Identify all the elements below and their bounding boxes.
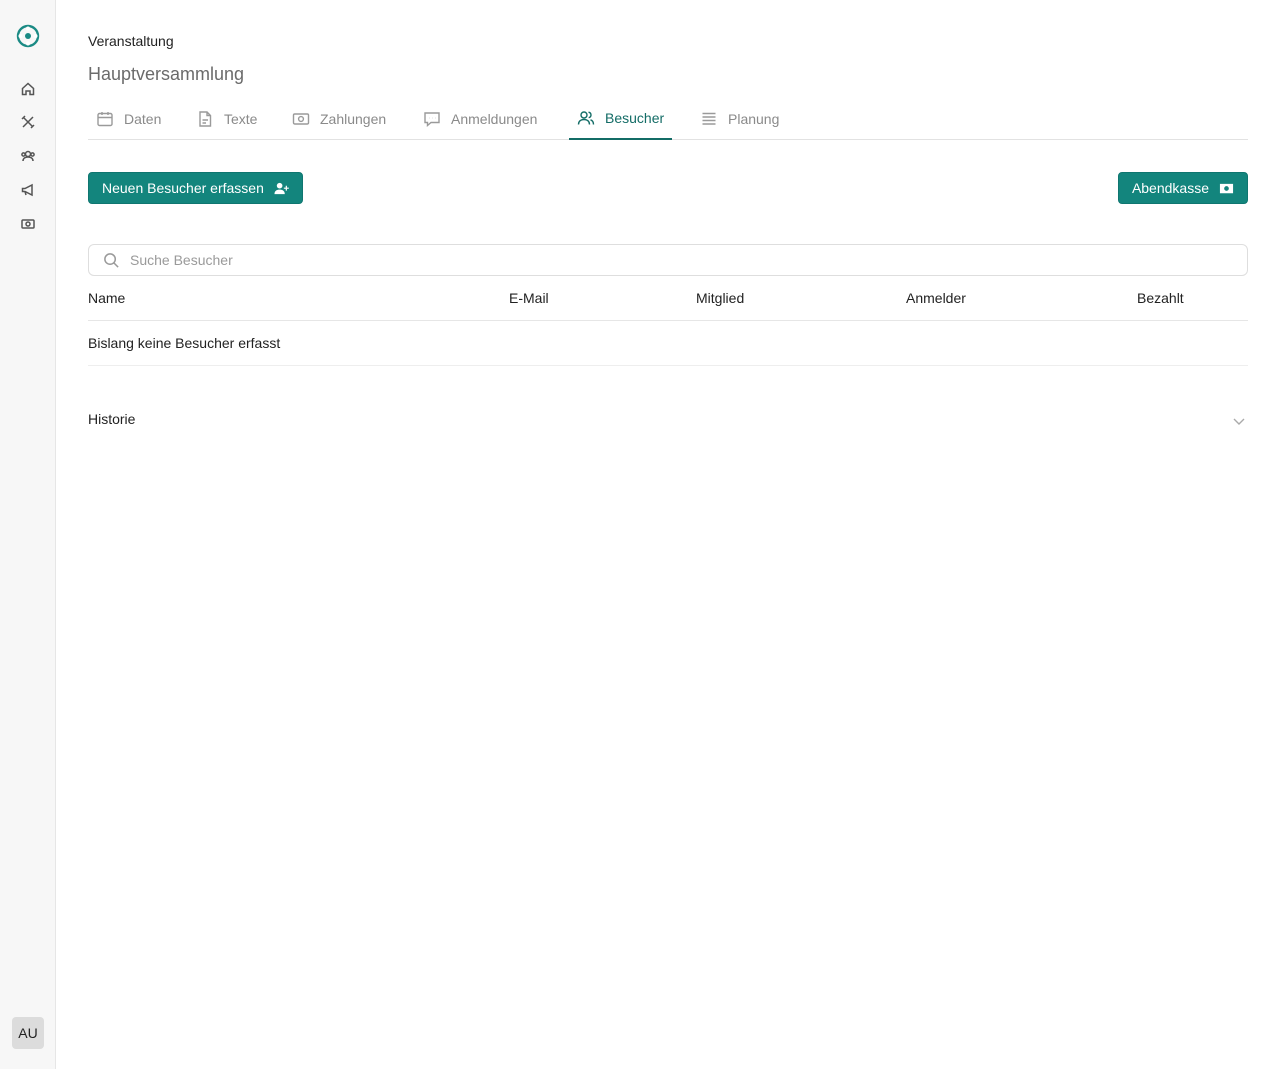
column-header-email[interactable]: E-Mail (509, 290, 549, 306)
megaphone-icon[interactable] (19, 181, 37, 199)
box-office-label: Abendkasse (1131, 180, 1209, 196)
history-accordion[interactable]: Historie (88, 400, 1248, 440)
tab-daten[interactable]: Daten (96, 98, 161, 140)
tab-label: Texte (224, 111, 258, 127)
list-icon (702, 112, 716, 125)
box-office-button[interactable]: Abendkasse (1117, 172, 1248, 204)
column-header-registrant[interactable]: Anmelder (906, 290, 966, 306)
document-icon (199, 111, 212, 127)
table-header: Name E-Mail Mitglied Anmelder Bezahlt (88, 276, 1248, 321)
page-title: Hauptversammlung (88, 64, 245, 84)
banknote-nav-icon[interactable] (19, 215, 37, 233)
table-empty-row: Bislang keine Besucher erfasst (88, 321, 1248, 366)
banknote-icon (292, 113, 310, 125)
history-label: Historie (88, 411, 136, 427)
tab-label: Anmeldungen (451, 111, 538, 127)
user-avatar[interactable]: AU (12, 1017, 44, 1049)
tools-icon[interactable] (19, 113, 37, 131)
new-visitor-button[interactable]: Neuen Besucher erfassen (88, 172, 303, 204)
user-plus-icon (274, 182, 289, 194)
column-header-member[interactable]: Mitglied (696, 290, 744, 306)
tab-bar: Daten Texte Zahlungen Anmeldungen Besuch… (88, 98, 1248, 140)
tab-planung[interactable]: Planung (700, 98, 779, 140)
home-icon[interactable] (19, 80, 37, 98)
search-input[interactable] (130, 252, 1247, 268)
users-icon (577, 111, 595, 125)
tab-label: Zahlungen (320, 111, 387, 127)
tab-label: Daten (124, 111, 162, 127)
members-icon[interactable] (19, 147, 37, 165)
calendar-icon (97, 112, 113, 127)
sidebar: AU (0, 0, 56, 1069)
tab-besucher[interactable]: Besucher (569, 98, 673, 140)
tab-texte[interactable]: Texte (196, 98, 257, 140)
empty-state-text: Bislang keine Besucher erfasst (88, 335, 281, 351)
search-icon (104, 252, 119, 268)
tab-label: Besucher (605, 110, 665, 126)
column-header-paid[interactable]: Bezahlt (1137, 290, 1184, 306)
tab-label: Planung (728, 111, 780, 127)
section-label: Veranstaltung (88, 33, 174, 49)
tab-zahlungen[interactable]: Zahlungen (292, 98, 386, 140)
tab-anmeldungen[interactable]: Anmeldungen (423, 98, 537, 140)
column-header-name[interactable]: Name (88, 290, 125, 306)
new-visitor-label: Neuen Besucher erfassen (102, 180, 264, 196)
search-bar (88, 244, 1248, 276)
cash-register-icon (1219, 183, 1234, 193)
chat-bubble-icon (424, 112, 440, 128)
chevron-down-icon[interactable] (1232, 414, 1246, 428)
app-logo-icon[interactable] (16, 24, 40, 48)
